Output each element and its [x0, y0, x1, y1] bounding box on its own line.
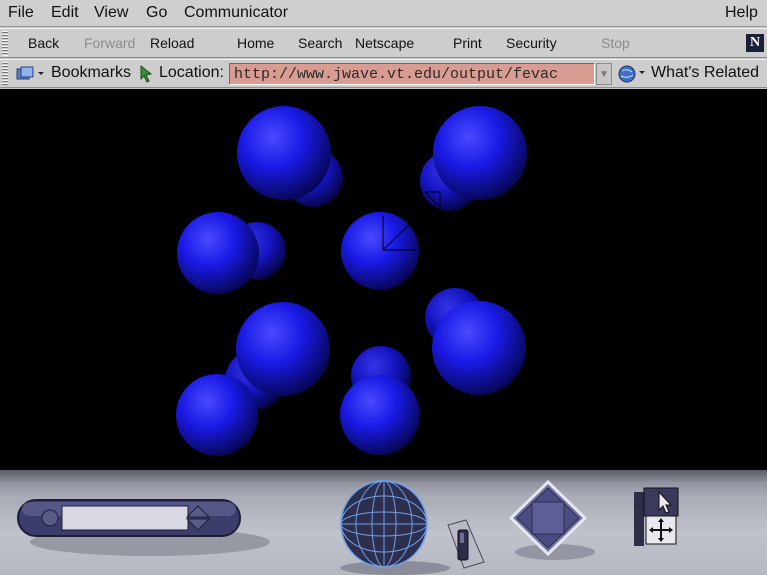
- atom-sphere: [176, 374, 258, 456]
- home-button[interactable]: Home: [237, 35, 274, 51]
- vrml-tilt-control[interactable]: [447, 519, 485, 569]
- whats-related-icon[interactable]: [618, 65, 648, 83]
- atom-sphere: [177, 212, 259, 294]
- menu-edit[interactable]: Edit: [51, 4, 79, 22]
- whats-related-button[interactable]: What's Related: [651, 64, 759, 82]
- toolbar-grip[interactable]: [2, 31, 8, 56]
- atom-sphere: [237, 106, 331, 200]
- menu-file[interactable]: File: [8, 4, 34, 22]
- location-icon[interactable]: [138, 65, 154, 83]
- back-button[interactable]: Back: [28, 35, 59, 51]
- location-label: Location:: [159, 64, 224, 81]
- atom-sphere: [433, 106, 527, 200]
- vrml-sphere-navigator-icon[interactable]: [340, 480, 428, 568]
- bookmarks-label[interactable]: Bookmarks: [51, 64, 131, 82]
- menu-go[interactable]: Go: [146, 4, 167, 22]
- vrml-slider-control[interactable]: [17, 499, 241, 537]
- location-toolbar: Bookmarks Location: http://www.jwave.vt.…: [0, 59, 767, 88]
- stop-button[interactable]: Stop: [601, 35, 630, 51]
- bookmarks-icon[interactable]: [16, 66, 46, 82]
- menu-communicator[interactable]: Communicator: [184, 4, 288, 22]
- print-button[interactable]: Print: [453, 35, 482, 51]
- molecule-model: [176, 106, 527, 456]
- vrml-control-panel: [0, 470, 767, 575]
- atom-sphere-center: [341, 212, 419, 290]
- security-button[interactable]: Security: [506, 35, 557, 51]
- atom-sphere: [236, 302, 330, 396]
- menu-bar: File Edit View Go Communicator Help: [0, 0, 767, 27]
- reload-button[interactable]: Reload: [150, 35, 194, 51]
- navigation-toolbar: Back Forward Reload Home Search Netscape…: [0, 28, 767, 58]
- netscape-logo-icon[interactable]: N: [746, 34, 764, 52]
- vrml-3d-viewport[interactable]: [0, 89, 767, 484]
- forward-button[interactable]: Forward: [84, 35, 135, 51]
- atom-sphere: [340, 375, 420, 455]
- search-button[interactable]: Search: [298, 35, 342, 51]
- atom-sphere: [432, 301, 526, 395]
- menu-help[interactable]: Help: [725, 4, 758, 22]
- dropdown-arrow-icon[interactable]: ▼: [596, 63, 612, 85]
- vrml-mode-cube[interactable]: [634, 487, 679, 546]
- netscape-button[interactable]: Netscape: [355, 35, 414, 51]
- menu-view[interactable]: View: [94, 4, 128, 22]
- location-url-field[interactable]: http://www.jwave.vt.edu/output/fevac: [229, 63, 595, 85]
- location-grip[interactable]: [2, 62, 8, 86]
- vrml-diamond-control-icon[interactable]: [508, 479, 588, 557]
